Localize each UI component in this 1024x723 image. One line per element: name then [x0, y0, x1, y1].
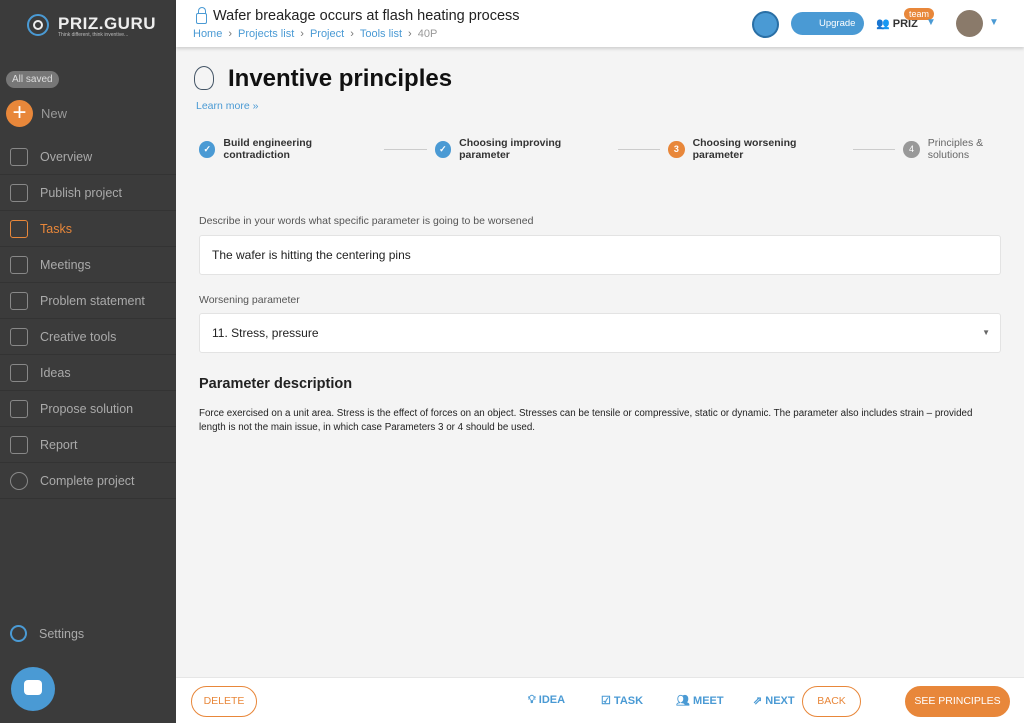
new-label: New: [41, 106, 68, 121]
back-button[interactable]: BACK: [802, 686, 861, 717]
pdf-icon: [10, 435, 28, 454]
describe-input[interactable]: The wafer is hitting the centering pins: [199, 235, 1001, 275]
page-title: Inventive principles: [228, 65, 453, 92]
meet-button[interactable]: 👥︎ MEET: [676, 694, 724, 707]
step-label: Choosing improving parameter: [459, 137, 562, 161]
bulb-icon: 💡︎: [528, 694, 539, 706]
label: Publish project: [40, 185, 122, 200]
flag-icon: [10, 399, 28, 418]
crumb-current: 40P: [417, 28, 438, 40]
breadcrumb: Home › Projects list › Project › Tools list…: [193, 28, 438, 40]
label: Overview: [40, 149, 93, 164]
worsening-select[interactable]: 11. Stress, pressure ▼: [199, 313, 1001, 353]
label: TASK: [613, 695, 644, 707]
step-label: Choosing worsening parameter: [692, 137, 797, 161]
chat-button[interactable]: [11, 667, 55, 711]
caret-down-icon: ▼: [982, 328, 990, 337]
label: Settings: [39, 626, 85, 641]
sidebar-item-creative-tools[interactable]: Creative tools: [0, 319, 176, 355]
overview-icon: [10, 147, 28, 166]
check-icon: ✓: [199, 140, 216, 158]
label: Problem statement: [40, 293, 145, 308]
crumb-tools-list[interactable]: Tools list: [360, 28, 402, 40]
bulb-icon: [10, 363, 28, 382]
label: MEET: [693, 695, 724, 707]
top-bar: Wafer breakage occurs at flash heating p…: [176, 0, 1024, 47]
meetings-icon: [10, 255, 28, 274]
idea-button[interactable]: 💡︎ IDEA: [528, 694, 565, 707]
user-avatar[interactable]: [956, 10, 983, 37]
chevron-down-icon[interactable]: ▼: [989, 17, 999, 28]
step-1[interactable]: ✓ Build engineering contradiction: [199, 137, 376, 161]
check-icon: ✓: [434, 140, 452, 158]
sidebar: PRIZ.GURU Think different, think inventi…: [0, 0, 176, 723]
logo-text: PRIZ.GURU: [58, 14, 156, 33]
bulb-icon: [194, 66, 214, 90]
label: Ideas: [40, 365, 71, 380]
crumb-home[interactable]: Home: [193, 28, 222, 40]
logo-tagline: Think different, think inventive...: [58, 32, 129, 38]
footer-bar: DELETE 💡︎ IDEA ☑ TASK 👥︎ MEET ⇗ NEXT BAC…: [176, 677, 1024, 723]
next-button[interactable]: ⇗ NEXT: [753, 694, 795, 707]
sidebar-item-report[interactable]: Report: [0, 427, 176, 463]
logo[interactable]: PRIZ.GURU Think different, think inventi…: [24, 10, 156, 40]
description-text: Force exercised on a unit area. Stress i…: [199, 408, 973, 433]
label: IDEA: [538, 694, 566, 706]
step-label: Principles & solutions: [927, 137, 984, 161]
step-3[interactable]: 3 Choosing worsening parameter: [668, 137, 845, 161]
chevron-down-icon[interactable]: ▼: [926, 17, 936, 28]
selected-value: 11. Stress, pressure: [212, 326, 319, 340]
gear-icon: [10, 625, 27, 642]
support-avatar[interactable]: [752, 11, 779, 38]
people-icon: 👥︎: [676, 695, 694, 707]
step-label: Build engineering contradiction: [223, 137, 313, 161]
label: Report: [40, 437, 78, 452]
crumb-project[interactable]: Project: [310, 28, 344, 40]
sidebar-item-overview[interactable]: Overview: [0, 139, 176, 175]
lock-icon: [196, 6, 207, 24]
step-number: 3: [668, 140, 685, 158]
clipboard-icon: [10, 219, 28, 238]
sidebar-item-propose-solution[interactable]: Propose solution: [0, 391, 176, 427]
label: Propose solution: [40, 401, 134, 416]
label: Complete project: [40, 473, 135, 488]
task-button[interactable]: ☑ TASK: [601, 694, 643, 707]
sidebar-item-meetings[interactable]: Meetings: [0, 247, 176, 283]
new-button[interactable]: + New: [6, 100, 67, 127]
check-circle-icon: [10, 471, 28, 490]
description-heading: Parameter description: [199, 376, 353, 392]
steps-icon: ⇗: [753, 695, 766, 707]
describe-label: Describe in your words what specific par…: [199, 215, 534, 227]
step-4: 4 Principles & solutions: [903, 137, 1024, 161]
label: Creative tools: [40, 329, 117, 344]
publish-icon: [10, 183, 28, 202]
worsening-label: Worsening parameter: [199, 294, 300, 306]
sidebar-item-tasks[interactable]: Tasks: [0, 211, 176, 247]
see-principles-button[interactable]: SEE PRINCIPLES: [905, 686, 1010, 717]
label: Meetings: [40, 257, 91, 272]
plus-icon: +: [6, 100, 33, 127]
stepper: ✓ Build engineering contradiction ✓ Choosi…: [199, 137, 1024, 161]
save-status: All saved: [6, 71, 59, 88]
task-icon: ☑: [601, 695, 614, 707]
sidebar-nav: Overview Publish project Tasks Meetings …: [0, 139, 176, 499]
list-icon: [10, 291, 28, 310]
logo-icon: [27, 14, 49, 36]
project-title: Wafer breakage occurs at flash heating p…: [213, 8, 520, 24]
label: NEXT: [765, 695, 795, 707]
tools-icon: [10, 327, 28, 346]
sidebar-item-complete-project[interactable]: Complete project: [0, 463, 176, 499]
delete-button[interactable]: DELETE: [191, 686, 257, 717]
sidebar-item-settings[interactable]: Settings: [10, 625, 84, 642]
sidebar-item-ideas[interactable]: Ideas: [0, 355, 176, 391]
step-number: 4: [903, 140, 920, 158]
crumb-projects-list[interactable]: Projects list: [238, 28, 294, 40]
upgrade-button[interactable]: Upgrade: [791, 12, 864, 35]
label: Tasks: [40, 221, 72, 236]
learn-more-link[interactable]: Learn more »: [196, 100, 258, 112]
sidebar-item-publish[interactable]: Publish project: [0, 175, 176, 211]
step-2[interactable]: ✓ Choosing improving parameter: [434, 137, 610, 161]
sidebar-item-problem-statement[interactable]: Problem statement: [0, 283, 176, 319]
